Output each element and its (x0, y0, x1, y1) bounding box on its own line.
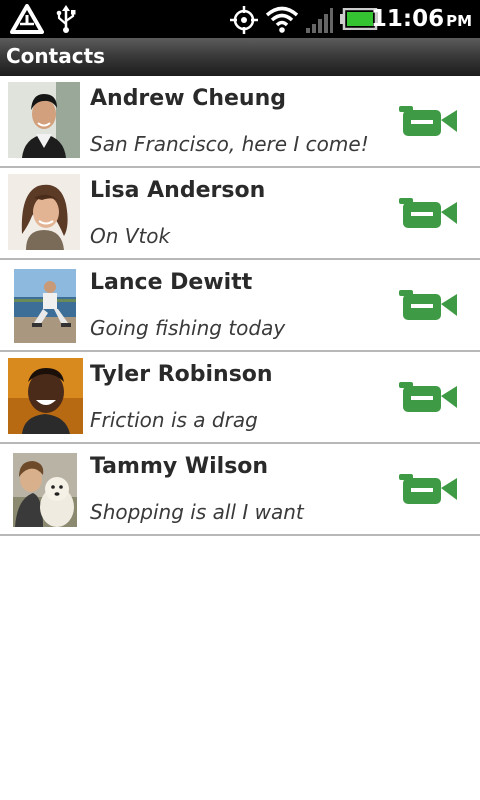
video-camera-icon[interactable] (399, 193, 459, 229)
contact-status: On Vtok (90, 224, 171, 248)
avatar (8, 174, 80, 250)
wifi-icon (265, 6, 299, 33)
title-bar: Contacts (0, 38, 480, 77)
video-camera-icon[interactable] (399, 377, 459, 413)
avatar (8, 358, 83, 434)
contact-row[interactable]: Lance Dewitt Going fishing today (0, 260, 480, 352)
page-title: Contacts (6, 44, 106, 68)
contact-row[interactable]: Lisa Anderson On Vtok (0, 168, 480, 260)
contact-row[interactable]: Tammy Wilson Shopping is all I want (0, 444, 480, 536)
contact-status: Friction is a drag (90, 408, 258, 432)
alert-icon (10, 4, 44, 34)
video-camera-icon[interactable] (399, 469, 459, 505)
contact-row[interactable]: Andrew Cheung San Francisco, here I come… (0, 76, 480, 168)
avatar (8, 82, 80, 158)
contact-row[interactable]: Tyler Robinson Friction is a drag (0, 352, 480, 444)
contact-status: San Francisco, here I come! (90, 132, 369, 156)
avatar (14, 269, 76, 343)
contact-name: Tyler Robinson (90, 362, 273, 387)
clock: 11:06 PM (370, 6, 472, 32)
contact-name: Lisa Anderson (90, 178, 266, 203)
contact-status: Shopping is all I want (90, 500, 304, 524)
gps-icon (230, 6, 258, 34)
contact-name: Lance Dewitt (90, 270, 253, 295)
status-bar: 11:06 PM (0, 0, 480, 38)
video-camera-icon[interactable] (399, 285, 459, 321)
contact-name: Tammy Wilson (90, 454, 269, 479)
signal-icon (306, 8, 333, 33)
video-camera-icon[interactable] (399, 101, 459, 137)
contact-name: Andrew Cheung (90, 86, 286, 111)
usb-icon (56, 5, 76, 33)
avatar (13, 453, 77, 527)
contacts-list: Andrew Cheung San Francisco, here I come… (0, 76, 480, 536)
contact-status: Going fishing today (90, 316, 286, 340)
